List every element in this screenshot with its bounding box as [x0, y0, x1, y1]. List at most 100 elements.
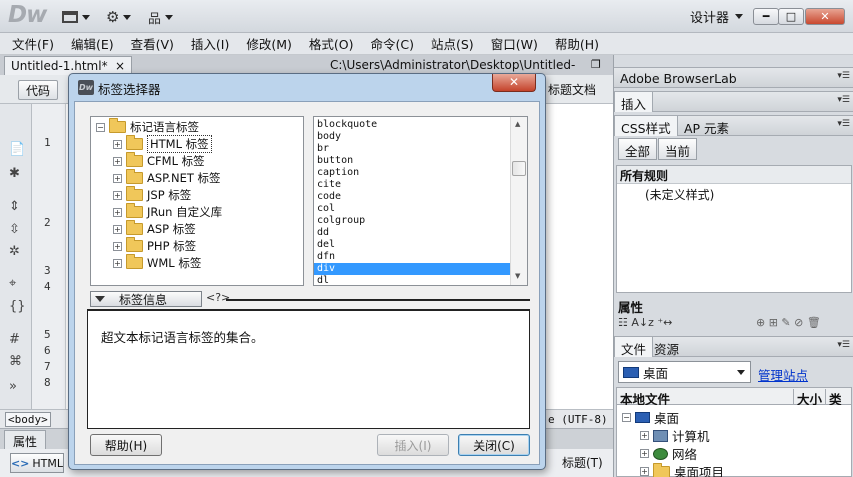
- tree-item-jsp[interactable]: + JSP 标签: [113, 186, 191, 203]
- extend-menu-button[interactable]: ⚙: [106, 8, 132, 26]
- close-window-button[interactable]: ✕: [805, 8, 845, 25]
- tree-item-html[interactable]: + HTML 标签: [113, 135, 212, 153]
- menu-window[interactable]: 窗口(W): [491, 34, 538, 53]
- tree-item-wml[interactable]: + WML 标签: [113, 254, 201, 271]
- scroll-up-icon[interactable]: ▲: [515, 120, 520, 128]
- tab-properties[interactable]: 属性: [4, 430, 47, 450]
- tree-root[interactable]: − 标记语言标签: [96, 118, 199, 135]
- tag-item[interactable]: button: [314, 155, 510, 167]
- file-row-network[interactable]: + 网络: [640, 444, 697, 463]
- tab-ap-elements[interactable]: AP 元素: [678, 116, 735, 136]
- dialog-close-button[interactable]: ✕: [492, 74, 536, 92]
- tag-item[interactable]: col: [314, 203, 510, 215]
- collapse-selection-icon[interactable]: ⇳: [9, 222, 20, 237]
- expand-icon[interactable]: +: [113, 258, 122, 268]
- tree-item-cfml[interactable]: + CFML 标签: [113, 152, 205, 169]
- tag-item[interactable]: dl: [314, 275, 510, 285]
- file-row-computer[interactable]: + 计算机: [640, 426, 710, 445]
- tab-css-styles[interactable]: CSS样式: [614, 116, 678, 136]
- menu-edit[interactable]: 编辑(E): [71, 34, 114, 53]
- css-current-button[interactable]: 当前: [658, 138, 698, 160]
- attribute-action-icons[interactable]: ⊕ ⊞ ✎ ⊘ 🗑: [756, 316, 821, 329]
- menu-format[interactable]: 格式(O): [309, 34, 354, 53]
- tab-assets[interactable]: 资源: [648, 337, 685, 357]
- site-menu-button[interactable]: 品: [148, 8, 174, 27]
- tag-selector-body[interactable]: <body>: [5, 412, 51, 427]
- css-rule-item[interactable]: (未定义样式): [645, 186, 714, 203]
- panel-options-icon[interactable]: ▾☰: [837, 71, 850, 81]
- tag-info-toggle[interactable]: 标签信息: [90, 291, 202, 307]
- tag-item[interactable]: colgroup: [314, 215, 510, 227]
- scrollbar-thumb[interactable]: [512, 161, 526, 176]
- menu-file[interactable]: 文件(F): [12, 34, 54, 53]
- highlight-invalid-icon[interactable]: ⌘: [9, 354, 22, 369]
- expand-icon[interactable]: +: [113, 207, 122, 217]
- tag-item[interactable]: dfn: [314, 251, 510, 263]
- tag-item[interactable]: cite: [314, 179, 510, 191]
- collapse-icon[interactable]: −: [96, 122, 105, 132]
- tree-item-asp[interactable]: + ASP 标签: [113, 220, 196, 237]
- css-all-button[interactable]: 全部: [618, 138, 658, 160]
- minimize-button[interactable]: ━: [753, 8, 779, 25]
- expand-icon[interactable]: +: [113, 241, 122, 251]
- menu-site[interactable]: 站点(S): [431, 34, 474, 53]
- restore-document-icon[interactable]: ❐: [591, 58, 601, 71]
- expand-icon[interactable]: +: [113, 156, 122, 166]
- tag-item[interactable]: code: [314, 191, 510, 203]
- panel-options-icon[interactable]: ▾☰: [837, 340, 850, 350]
- tree-item-php[interactable]: + PHP 标签: [113, 237, 196, 254]
- browserlab-panel-header[interactable]: Adobe BrowserLab ▾☰: [614, 67, 853, 88]
- panel-options-icon[interactable]: ▾☰: [837, 95, 850, 105]
- tree-item-jrun[interactable]: + JRun 自定义库: [113, 203, 222, 220]
- collapse-tag-icon[interactable]: ⇕: [9, 199, 20, 214]
- tag-item-selected[interactable]: div: [314, 263, 510, 275]
- insert-button[interactable]: 插入(I): [377, 434, 449, 456]
- tab-insert[interactable]: 插入: [614, 92, 654, 112]
- expand-icon[interactable]: +: [113, 190, 122, 200]
- dialog-title-bar[interactable]: Dw 标签选择器 ✕: [69, 74, 545, 100]
- expand-icon[interactable]: +: [640, 431, 649, 440]
- reference-help-icon[interactable]: <?>: [206, 291, 230, 304]
- file-row-desktop[interactable]: − 桌面: [622, 408, 679, 427]
- expand-icon[interactable]: +: [640, 449, 649, 458]
- expand-icon[interactable]: +: [113, 173, 122, 183]
- tag-item[interactable]: dd: [314, 227, 510, 239]
- file-row-desktop-items[interactable]: + 桌面项目: [640, 462, 724, 477]
- layout-menu-button[interactable]: [62, 8, 90, 26]
- site-select-dropdown[interactable]: 桌面: [618, 361, 751, 383]
- tree-item-aspnet[interactable]: + ASP.NET 标签: [113, 169, 221, 186]
- menu-insert[interactable]: 插入(I): [191, 34, 229, 53]
- tag-item[interactable]: caption: [314, 167, 510, 179]
- tag-list-scrollbar[interactable]: ▲ ▼: [510, 117, 527, 285]
- insert-panel-header[interactable]: 插入 ▾☰: [614, 91, 853, 112]
- close-tab-icon[interactable]: ×: [115, 59, 125, 73]
- menu-modify[interactable]: 修改(M): [246, 34, 292, 53]
- open-documents-icon[interactable]: 📄: [9, 142, 25, 157]
- manage-sites-link[interactable]: 管理站点: [758, 365, 808, 384]
- snippet-icon[interactable]: ✱: [9, 166, 20, 181]
- attribute-view-icons[interactable]: ☷ A↓z ⁺↔: [618, 316, 672, 329]
- restore-button[interactable]: □: [778, 8, 804, 25]
- scroll-down-icon[interactable]: ▼: [515, 272, 520, 280]
- tag-item[interactable]: body: [314, 131, 510, 143]
- menu-view[interactable]: 查看(V): [131, 34, 174, 53]
- tag-item[interactable]: br: [314, 143, 510, 155]
- line-numbers-icon[interactable]: #: [9, 332, 20, 347]
- tag-list[interactable]: blockquote body br button caption cite c…: [313, 116, 528, 286]
- code-view-button[interactable]: 代码: [18, 80, 58, 100]
- expand-icon[interactable]: +: [640, 467, 649, 476]
- collapse-icon[interactable]: −: [622, 413, 631, 422]
- expand-icon[interactable]: +: [113, 139, 122, 149]
- tag-item[interactable]: blockquote: [314, 119, 510, 131]
- tag-item[interactable]: del: [314, 239, 510, 251]
- close-dialog-button[interactable]: 关闭(C): [458, 434, 530, 456]
- balance-braces-icon[interactable]: {}: [9, 299, 26, 314]
- more-tools-icon[interactable]: »: [9, 379, 17, 394]
- expand-icon[interactable]: +: [113, 224, 122, 234]
- select-parent-tag-icon[interactable]: ⌖: [9, 276, 16, 291]
- html-properties-button[interactable]: <> HTML: [10, 453, 64, 473]
- panel-options-icon[interactable]: ▾☰: [837, 119, 850, 129]
- menu-help[interactable]: 帮助(H): [555, 34, 599, 53]
- expand-all-icon[interactable]: ✲: [9, 244, 20, 259]
- menu-commands[interactable]: 命令(C): [371, 34, 414, 53]
